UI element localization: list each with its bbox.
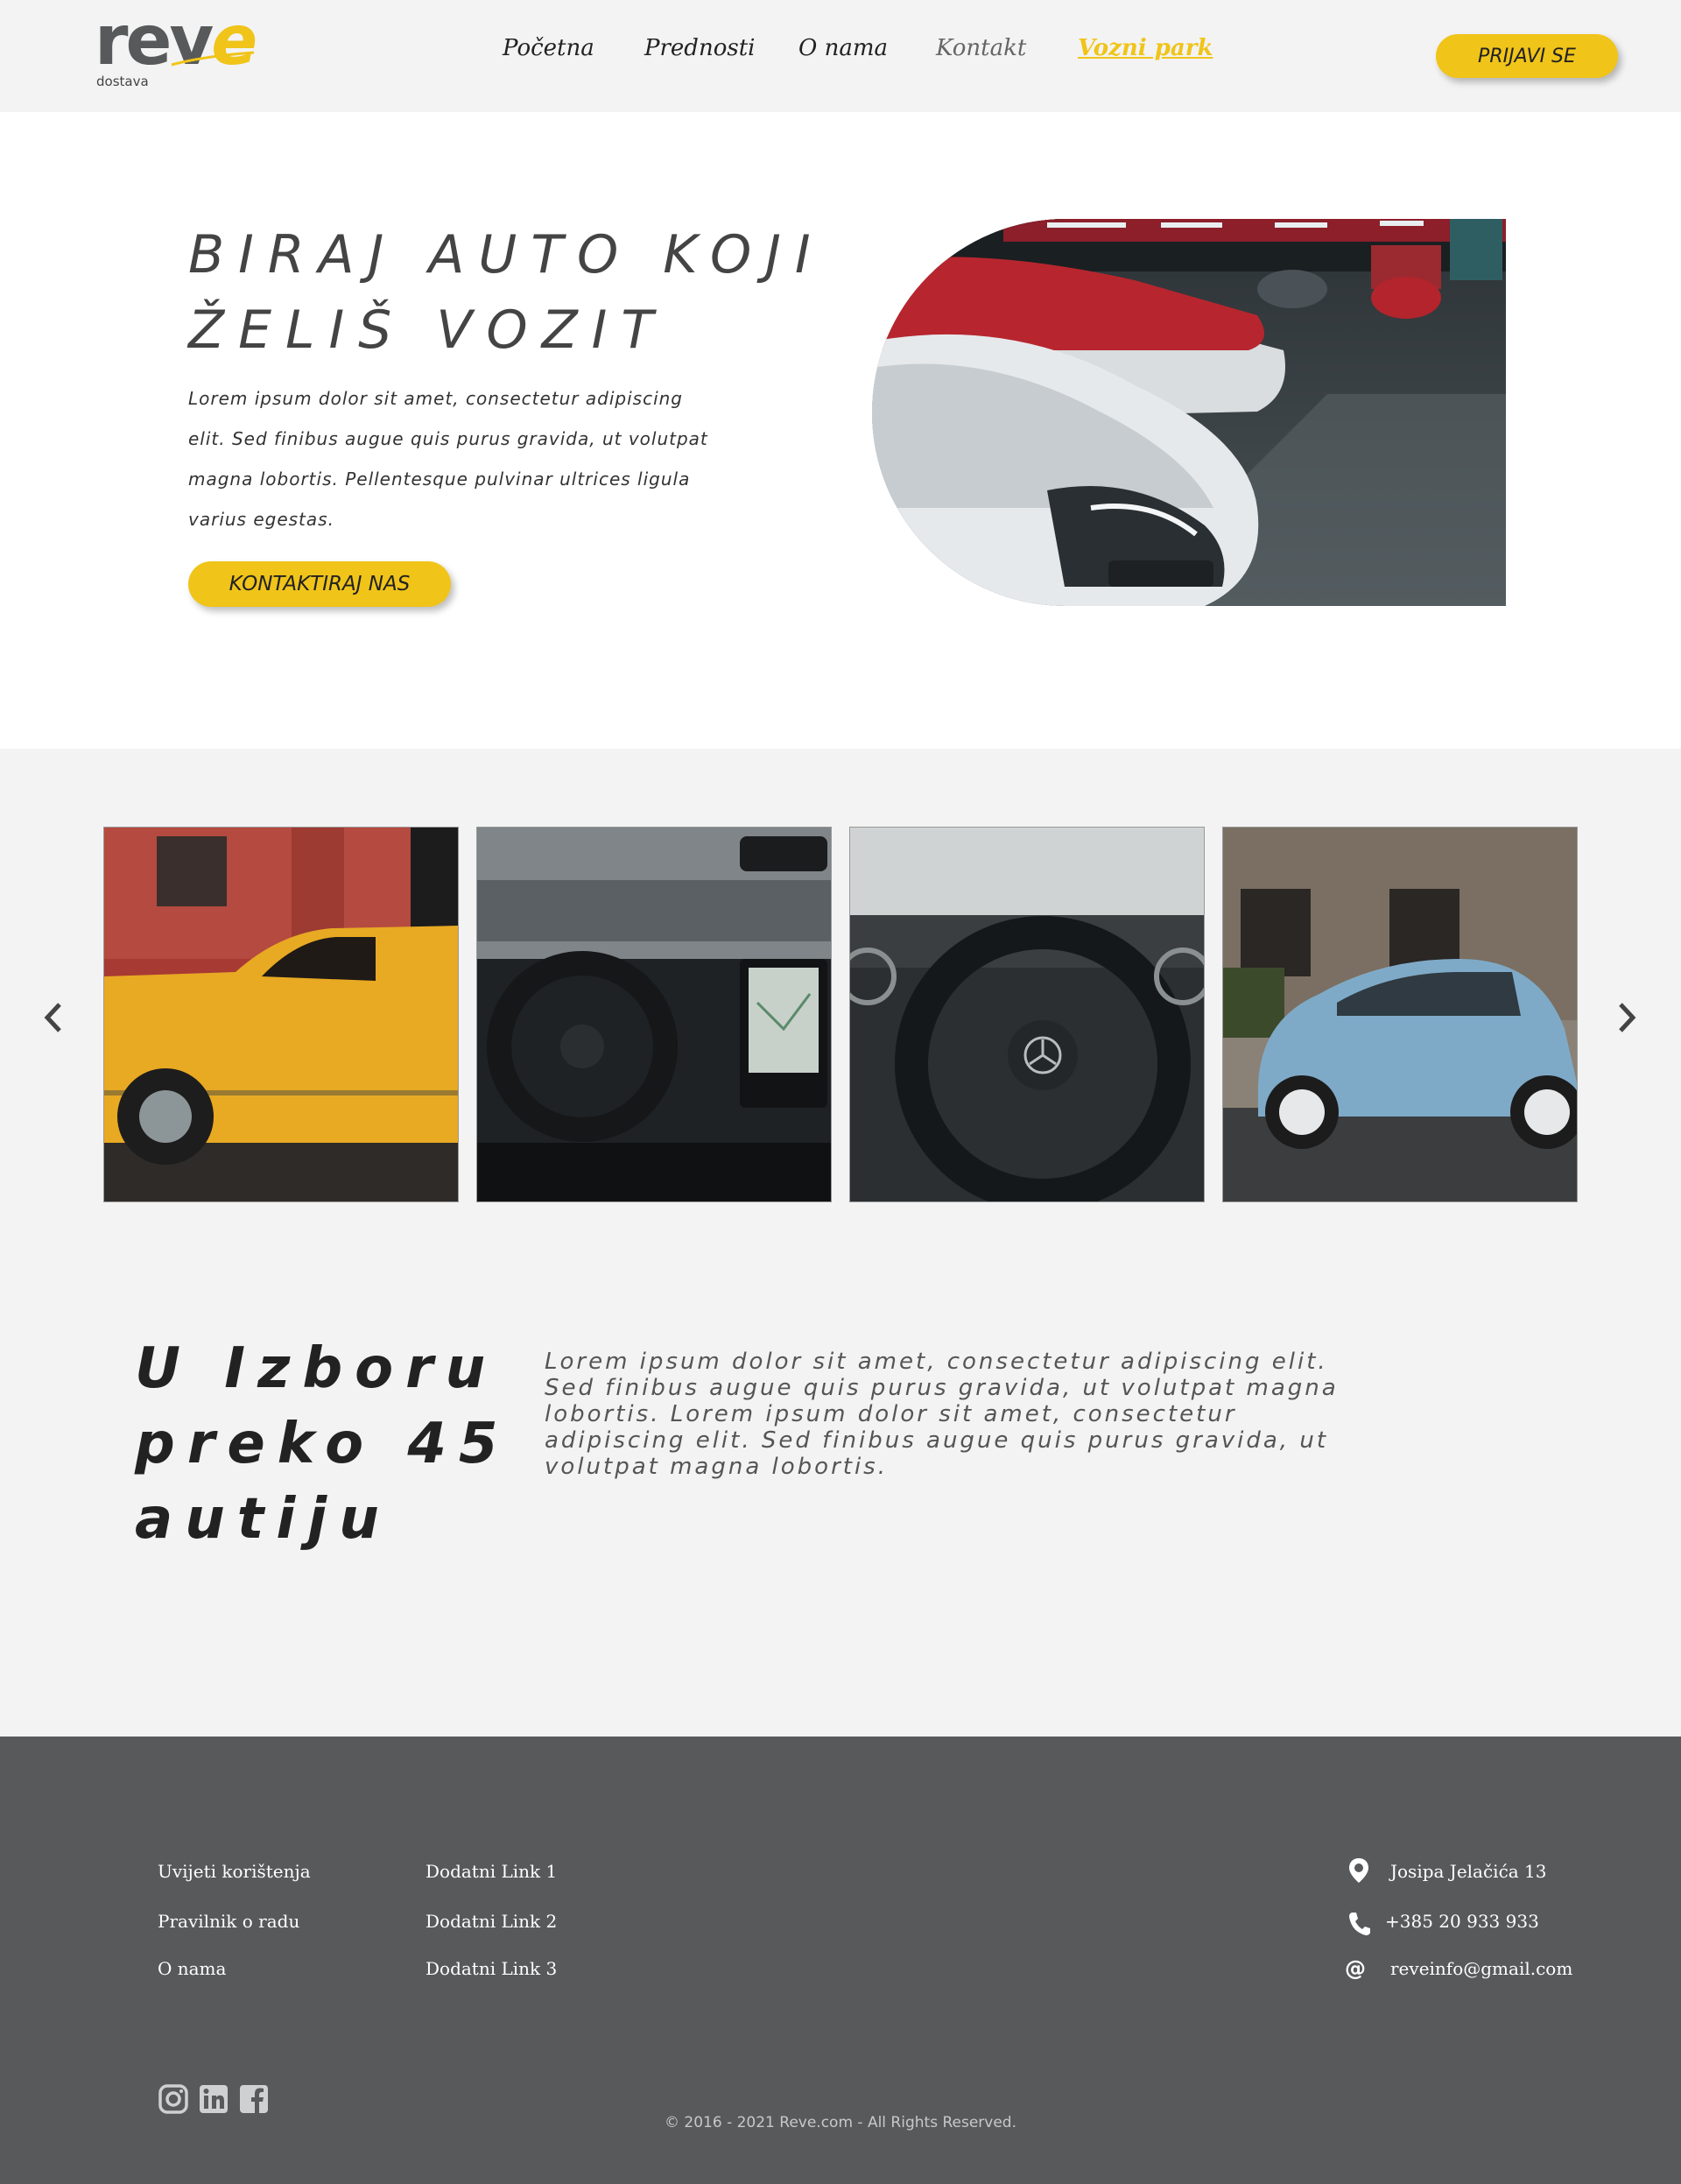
hero-text-line: magna lobortis. Pellentesque pulvinar ul… <box>188 469 691 490</box>
yellow-car-image <box>104 828 458 1201</box>
truck-interior-image <box>477 828 831 1201</box>
map-pin-icon <box>1349 1858 1368 1883</box>
copyright-text: © 2016 - 2021 Reve.com - All Rights Rese… <box>665 2114 1016 2131</box>
footer-link-o-nama[interactable]: O nama <box>158 1958 226 1979</box>
hero-description: Lorem ipsum dolor sit amet, consectetur … <box>188 378 749 539</box>
at-sign-icon: @ <box>1345 1956 1366 1981</box>
fleet-heading-line: autiju <box>135 1487 391 1552</box>
linkedin-icon[interactable] <box>198 2083 229 2115</box>
fleet-text-line: Lorem ipsum dolor sit amet, consectetur … <box>545 1349 1328 1375</box>
parking-garage-illustration <box>872 219 1506 606</box>
fleet-heading-line: preko 45 <box>135 1412 510 1476</box>
contact-us-button[interactable]: KONTAKTIRAJ NAS <box>188 561 451 607</box>
phone-icon <box>1349 1913 1370 1935</box>
fleet-text-line: volutpat magna lobortis. <box>545 1454 888 1480</box>
nav-item-vozni-park[interactable]: Vozni park <box>1078 35 1213 61</box>
hero-text-line: elit. Sed finibus augue quis purus gravi… <box>188 428 708 449</box>
fleet-text-line: adipiscing elit. Sed finibus augue quis … <box>545 1427 1329 1454</box>
nav-item-pocetna[interactable]: Početna <box>503 35 594 61</box>
footer-phone: +385 20 933 933 <box>1385 1911 1539 1932</box>
carousel-slide-truck-interior[interactable] <box>476 827 832 1202</box>
carousel-slide-mercedes-steering-wheel[interactable] <box>849 827 1205 1202</box>
mercedes-interior-image <box>850 828 1204 1201</box>
fleet-description: Lorem ipsum dolor sit amet, consectetur … <box>545 1349 1420 1480</box>
login-button[interactable]: PRIJAVI SE <box>1436 34 1618 78</box>
hero-title: BIRAJ AUTO KOJI ŽELIŠ VOZIT <box>188 217 889 368</box>
main-nav: Početna Prednosti O nama Kontakt Vozni p… <box>0 35 1681 79</box>
blue-fiat-image <box>1223 828 1577 1201</box>
facebook-icon[interactable] <box>238 2083 270 2115</box>
nav-item-prednosti[interactable]: Prednosti <box>644 35 755 61</box>
nav-item-kontakt[interactable]: Kontakt <box>936 35 1026 61</box>
fleet-text-line: lobortis. Lorem ipsum dolor sit amet, co… <box>545 1401 1237 1427</box>
chevron-left-icon[interactable] <box>40 996 67 1039</box>
footer-link-uvjeti[interactable]: Uvijeti korištenja <box>158 1861 311 1882</box>
footer-email[interactable]: reveinfo@gmail.com <box>1390 1958 1572 1979</box>
carousel-slide-yellow-classic-car[interactable] <box>103 827 459 1202</box>
hero-text-line: Lorem ipsum dolor sit amet, consectetur … <box>188 388 683 409</box>
hero-text-line: varius egestas. <box>188 509 334 530</box>
footer-link-pravilnik[interactable]: Pravilnik o radu <box>158 1911 299 1932</box>
carousel-slide-blue-fiat[interactable] <box>1222 827 1578 1202</box>
fleet-text-line: Sed finibus augue quis purus gravida, ut… <box>545 1375 1339 1401</box>
footer-link-dodatni-3[interactable]: Dodatni Link 3 <box>426 1958 557 1979</box>
hero-parking-garage-image <box>872 219 1506 606</box>
instagram-icon[interactable] <box>158 2083 189 2115</box>
nav-item-o-nama[interactable]: O nama <box>798 35 888 61</box>
chevron-right-icon[interactable] <box>1614 996 1640 1039</box>
footer-link-dodatni-2[interactable]: Dodatni Link 2 <box>426 1911 557 1932</box>
footer-link-dodatni-1[interactable]: Dodatni Link 1 <box>426 1861 557 1882</box>
fleet-count-heading: U Izboru preko 45 autiju <box>135 1331 510 1557</box>
footer-address: Josipa Jelačića 13 <box>1390 1861 1547 1882</box>
hero-title-line: ŽELIŠ VOZIT <box>188 299 668 361</box>
fleet-heading-line: U Izboru <box>135 1336 498 1401</box>
site-header: reve dostava Početna Prednosti O nama Ko… <box>0 0 1681 112</box>
hero-title-line: BIRAJ AUTO KOJI <box>188 224 825 285</box>
car-carousel-section <box>0 749 1681 1737</box>
